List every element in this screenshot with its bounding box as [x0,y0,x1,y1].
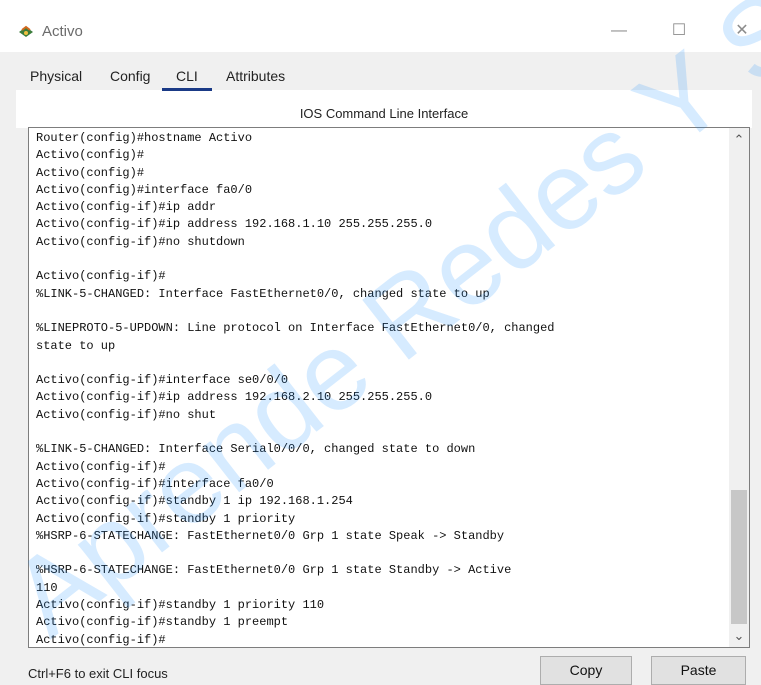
console-line: Activo(config)#interface fa0/0 [36,182,253,197]
console-line: %LINK-5-CHANGED: Interface Serial0/0/0, … [36,442,476,457]
console-line: Activo(config-if)# [36,632,166,647]
cli-header: IOS Command Line Interface [299,106,469,121]
cli-console[interactable]: Router(config)#hostname Activo Activo(con… [28,127,750,648]
console-line: %LINK-5-CHANGED: Interface FastEthernet0… [36,286,490,301]
window-title: Activo [42,23,83,40]
scroll-thumb[interactable] [731,490,747,624]
console-output: Router(config)#hostname Activo Activo(con… [36,130,726,647]
copy-button[interactable]: Copy [540,656,632,685]
console-line: Activo(config)# [36,165,145,180]
console-line: Activo(config-if)#no shut [36,407,217,422]
title-bar: Activo — ☐ ✕ [0,0,761,52]
console-line: Activo(config-if)#no shutdown [36,234,245,249]
scrollbar[interactable]: ⌃ ⌄ [729,128,749,647]
console-line: Activo(config-if)#standby 1 priority 110 [36,598,325,613]
console-line: 110 [36,580,58,595]
console-line: %HSRP-6-STATECHANGE: FastEthernet0/0 Grp… [36,528,505,543]
tab-config[interactable]: Config [110,68,150,84]
console-line: Activo(config-if)#ip address 192.168.1.1… [36,217,433,232]
tab-physical[interactable]: Physical [30,68,82,84]
maximize-button[interactable]: ☐ [664,18,694,44]
console-line: Activo(config-if)# [36,269,166,284]
tab-cli[interactable]: CLI [176,68,198,84]
console-line: Router(config)#hostname Activo [36,131,253,145]
console-line: Activo(config)# [36,148,145,163]
console-line: %HSRP-6-STATECHANGE: FastEthernet0/0 Grp… [36,563,512,578]
console-line: Activo(config-if)# [36,459,166,474]
paste-button[interactable]: Paste [651,656,746,685]
active-tab-indicator [162,88,212,91]
console-line: state to up [36,338,116,353]
scroll-up-arrow-icon[interactable]: ⌃ [729,132,749,150]
console-line: %LINEPROTO-5-UPDOWN: Line protocol on In… [36,321,555,336]
close-button[interactable]: ✕ [727,18,757,44]
console-line: Activo(config-if)#interface fa0/0 [36,476,274,491]
router-app-icon [19,25,33,37]
tab-attributes[interactable]: Attributes [226,68,285,84]
scroll-down-arrow-icon[interactable]: ⌄ [729,628,749,646]
minimize-button[interactable]: — [604,18,634,44]
console-line: Activo(config-if)#interface se0/0/0 [36,373,289,388]
console-line: Activo(config-if)#standby 1 ip 192.168.1… [36,494,353,509]
console-line: Activo(config-if)#ip address 192.168.2.1… [36,390,433,405]
console-line: Activo(config-if)#standby 1 preempt [36,615,289,630]
console-line: Activo(config-if)#standby 1 priority [36,511,296,526]
cli-focus-hint: Ctrl+F6 to exit CLI focus [28,666,168,681]
console-line: Activo(config-if)#ip addr [36,200,217,215]
